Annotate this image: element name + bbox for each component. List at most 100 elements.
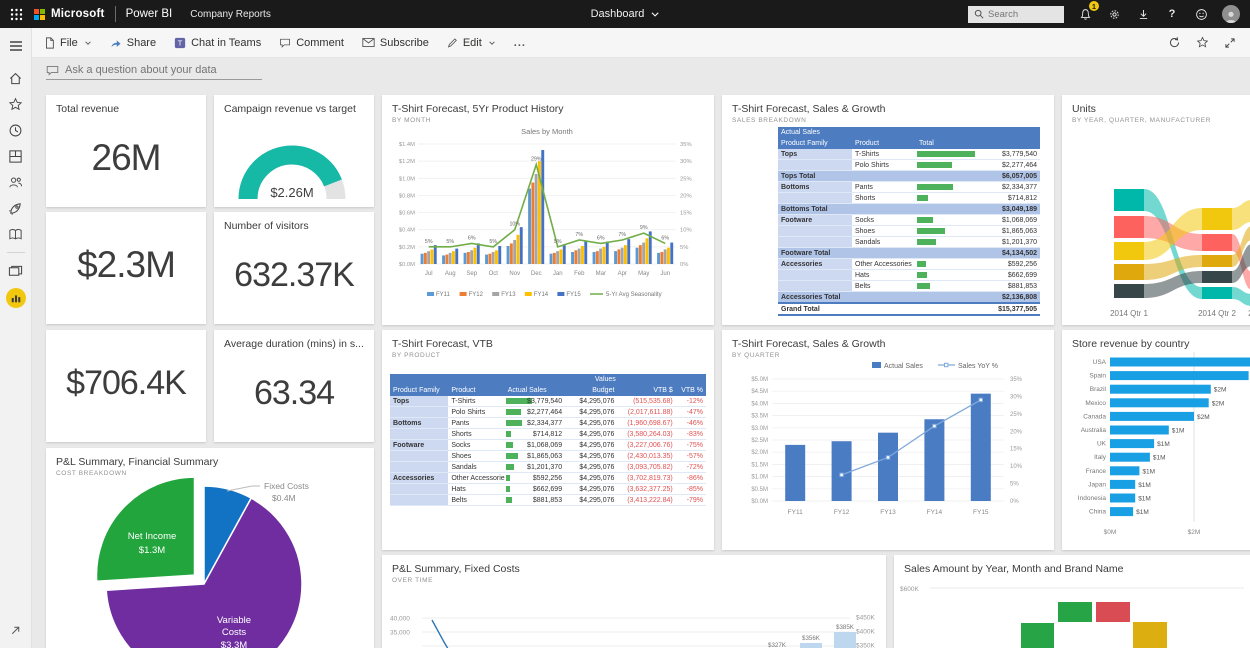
- column-bar[interactable]: [448, 252, 452, 264]
- fullscreen-icon[interactable]: [1224, 37, 1236, 49]
- column-bar[interactable]: [445, 254, 449, 264]
- tile-average-duration[interactable]: Average duration (mins) in s... 63.34: [214, 330, 374, 442]
- table-row[interactable]: Footware Total $4,134,502: [778, 247, 1041, 259]
- tile-revenue-kpi[interactable]: $2.3M: [46, 212, 206, 324]
- yoy-line[interactable]: [841, 399, 982, 476]
- notifications-button[interactable]: 1: [1077, 1, 1099, 22]
- file-menu-button[interactable]: File: [44, 37, 92, 49]
- settings-button[interactable]: [1106, 6, 1122, 22]
- column-bar[interactable]: [495, 250, 498, 264]
- column-bar[interactable]: [667, 247, 670, 264]
- column-bar[interactable]: [638, 245, 642, 264]
- column-bar[interactable]: [602, 246, 606, 264]
- column-bar[interactable]: [476, 243, 480, 264]
- user-avatar[interactable]: [1222, 5, 1240, 23]
- cost-line[interactable]: [431, 619, 457, 648]
- column-bar[interactable]: [485, 254, 488, 264]
- hbar[interactable]: [1110, 398, 1209, 408]
- column-bar[interactable]: [509, 243, 513, 264]
- tile-spend-kpi[interactable]: $706.4K: [46, 330, 206, 442]
- sidebar-item-workspaces[interactable]: [8, 263, 24, 279]
- column-bar[interactable]: [506, 246, 510, 264]
- column-bar[interactable]: [463, 252, 467, 264]
- line-marker[interactable]: [932, 423, 937, 429]
- ribbon-segment[interactable]: [1133, 622, 1167, 648]
- column-bar[interactable]: [800, 643, 822, 648]
- microsoft-logo[interactable]: Microsoft: [34, 8, 105, 20]
- column-bar[interactable]: [574, 250, 578, 264]
- share-button[interactable]: Share: [110, 37, 156, 49]
- column-bar[interactable]: [466, 252, 470, 264]
- page-selector-dropdown[interactable]: Dashboard: [591, 8, 660, 20]
- column-bar[interactable]: [599, 248, 603, 264]
- column-bar[interactable]: [577, 248, 581, 264]
- tile-sales-growth-by-quarter[interactable]: T-Shirt Forecast, Sales & Growth BY QUAR…: [722, 330, 1054, 550]
- more-options-button[interactable]: ...: [514, 37, 526, 49]
- column-bar[interactable]: [528, 188, 531, 264]
- column-bar[interactable]: [657, 252, 660, 264]
- tile-units-ribbon[interactable]: Units BY YEAR, QUARTER, MANUFACTURER 201…: [1062, 95, 1250, 325]
- ribbon-segment[interactable]: [1202, 287, 1232, 299]
- table-row[interactable]: Belts $881,853 $4,295,076 (3,413,222.84) -79…: [390, 494, 706, 506]
- column-bar[interactable]: [513, 240, 517, 264]
- table-row[interactable]: Hats $662,699: [778, 269, 1041, 281]
- column-bar[interactable]: [785, 444, 806, 501]
- column-bar[interactable]: [592, 252, 596, 264]
- hbar[interactable]: [1110, 357, 1250, 367]
- column-bar[interactable]: [452, 251, 455, 264]
- column-header[interactable]: Actual Sales: [504, 385, 566, 396]
- tile-campaign-gauge[interactable]: Campaign revenue vs target $2.26M$0M$2.5…: [214, 95, 374, 207]
- column-bar[interactable]: [624, 245, 627, 264]
- sidebar-item-goals[interactable]: [8, 200, 24, 216]
- column-bar[interactable]: [433, 245, 437, 264]
- table-row[interactable]: Footware Socks $1,068,069 $4,295,076 (3,227,…: [390, 439, 706, 451]
- column-bar[interactable]: [549, 253, 553, 264]
- hbar[interactable]: [1110, 466, 1140, 476]
- favorite-star-icon[interactable]: [1196, 36, 1209, 49]
- sidebar-item-apps[interactable]: [8, 148, 24, 164]
- table-row[interactable]: Hats $662,699 $4,295,076 (3,632,377.25) -85%: [390, 483, 706, 495]
- line-marker[interactable]: [839, 472, 844, 478]
- sidebar-item-recent[interactable]: [8, 122, 24, 138]
- tile-total-revenue[interactable]: Total revenue 26M: [46, 95, 206, 207]
- column-bar[interactable]: [427, 251, 431, 264]
- column-bar[interactable]: [595, 251, 599, 264]
- column-header[interactable]: Total: [916, 138, 1041, 149]
- ribbon-segment[interactable]: [1202, 208, 1232, 230]
- table-row[interactable]: Polo Shirts $2,277,464 $4,295,076 (2,017,61…: [390, 406, 706, 418]
- column-bar[interactable]: [556, 251, 560, 264]
- column-bar[interactable]: [430, 249, 434, 264]
- sidebar-item-home[interactable]: [8, 70, 24, 86]
- column-bar[interactable]: [488, 253, 492, 264]
- column-bar[interactable]: [442, 255, 445, 264]
- line-marker[interactable]: [978, 397, 984, 403]
- column-bar[interactable]: [498, 246, 502, 264]
- qna-box[interactable]: [46, 64, 262, 80]
- hbar[interactable]: [1110, 411, 1194, 421]
- qna-input[interactable]: [65, 64, 255, 76]
- table-row[interactable]: Sandals $1,201,370 $4,295,076 (3,093,705.82…: [390, 461, 706, 473]
- subscribe-button[interactable]: Subscribe: [362, 37, 429, 49]
- search-input[interactable]: [988, 8, 1058, 20]
- hbar[interactable]: [1110, 384, 1211, 394]
- column-bar[interactable]: [581, 246, 584, 264]
- column-bar[interactable]: [627, 239, 631, 264]
- ribbon-segment[interactable]: [1021, 623, 1054, 648]
- tile-5yr-product-history[interactable]: T-Shirt Forecast, 5Yr Product History BY…: [382, 95, 714, 325]
- refresh-icon[interactable]: [1168, 36, 1181, 49]
- column-bar[interactable]: [562, 245, 566, 264]
- ribbon-segment[interactable]: [1096, 602, 1130, 622]
- breadcrumb-workspace[interactable]: Company Reports: [190, 9, 271, 20]
- edit-menu-button[interactable]: Edit: [447, 37, 496, 49]
- table-row[interactable]: Footware Socks $1,068,069: [778, 214, 1041, 226]
- ribbon-segment[interactable]: [1114, 264, 1144, 280]
- column-bar[interactable]: [670, 242, 674, 264]
- tile-pl-financial-summary[interactable]: P&L Summary, Financial Summary COST BREA…: [46, 448, 374, 648]
- hbar[interactable]: [1110, 425, 1169, 435]
- column-bar[interactable]: [970, 393, 991, 501]
- download-button[interactable]: [1135, 6, 1151, 22]
- search-box[interactable]: [968, 5, 1064, 23]
- hamburger-menu-icon[interactable]: [8, 38, 24, 54]
- table-row[interactable]: Bottoms Pants $2,334,377: [778, 181, 1041, 193]
- column-bar[interactable]: [614, 251, 617, 264]
